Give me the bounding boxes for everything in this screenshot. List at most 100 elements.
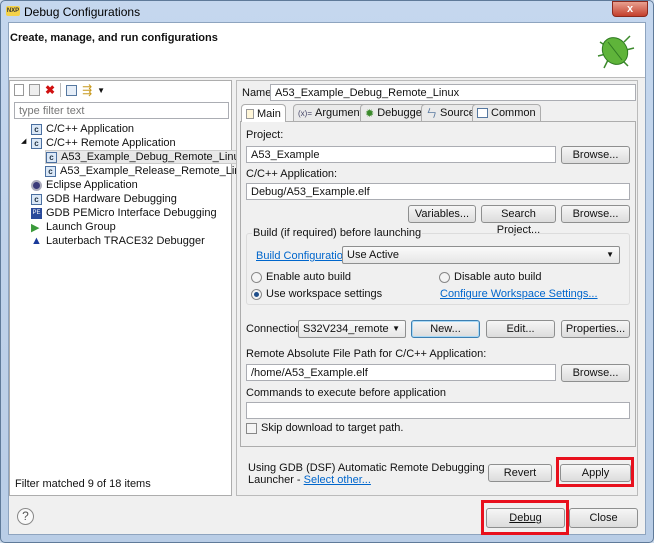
commands-input[interactable] bbox=[246, 402, 630, 419]
main-tab-icon bbox=[246, 108, 254, 119]
remote-path-label: Remote Absolute File Path for C/C++ Appl… bbox=[246, 348, 487, 360]
launcher-line: Launcher - Select other... bbox=[248, 474, 371, 486]
tree-item-label: A53_Example_Release_Remote_Linux bbox=[60, 165, 253, 177]
tree-item[interactable]: PE GDB PEMicro Interface Debugging bbox=[31, 206, 217, 220]
search-project-button[interactable]: Search Project... bbox=[481, 205, 556, 236]
commands-label: Commands to execute before application bbox=[246, 387, 446, 399]
project-input[interactable]: A53_Example bbox=[246, 146, 556, 163]
tree-toolbar: ✖ ⇶ ▼ bbox=[14, 83, 105, 97]
tree-item-label: GDB PEMicro Interface Debugging bbox=[46, 207, 217, 219]
close-button[interactable]: Close bbox=[569, 508, 638, 528]
application-label: C/C++ Application: bbox=[246, 168, 338, 180]
tree-item-label: C/C++ Application bbox=[46, 123, 135, 135]
filter-input[interactable]: type filter text bbox=[14, 102, 229, 119]
remote-browse-button[interactable]: Browse... bbox=[561, 364, 630, 382]
radio-label: Use workspace settings bbox=[266, 288, 383, 300]
pemicro-icon: PE bbox=[31, 207, 42, 219]
remote-path-input[interactable]: /home/A53_Example.elf bbox=[246, 364, 556, 381]
apply-button[interactable]: Apply bbox=[560, 464, 631, 482]
revert-button[interactable]: Revert bbox=[488, 464, 552, 482]
radio-label: Enable auto build bbox=[266, 271, 352, 283]
launcher-prefix: Launcher - bbox=[248, 474, 304, 486]
build-configuration-link[interactable]: Build Configuration: bbox=[256, 250, 352, 262]
expand-triangle-icon[interactable]: ◢ bbox=[21, 137, 26, 145]
tree-item-selected[interactable]: c A53_Example_Debug_Remote_Linux bbox=[45, 150, 249, 164]
connection-label: Connection: bbox=[246, 323, 305, 335]
delete-icon[interactable]: ✖ bbox=[45, 83, 55, 97]
toolbar-divider bbox=[60, 83, 62, 97]
tree-item[interactable]: c C/C++ Remote Application bbox=[31, 136, 176, 150]
collapse-all-icon[interactable] bbox=[66, 84, 78, 96]
application-input[interactable]: Debug/A53_Example.elf bbox=[246, 183, 630, 200]
edit-connection-button[interactable]: Edit... bbox=[486, 320, 555, 338]
enable-auto-build-radio[interactable]: Enable auto build bbox=[251, 271, 351, 283]
tree-item-label: A53_Example_Debug_Remote_Linux bbox=[61, 151, 246, 163]
source-icon: ㄣ bbox=[426, 108, 437, 120]
variables-button[interactable]: Variables... bbox=[408, 205, 476, 223]
tree-item-label: GDB Hardware Debugging bbox=[46, 193, 177, 205]
bug-icon bbox=[597, 35, 635, 69]
c-app-icon: c bbox=[31, 137, 42, 149]
app-icon: NXP bbox=[6, 6, 20, 16]
debugger-bug-icon: ✹ bbox=[365, 107, 375, 120]
tree-item-label: C/C++ Remote Application bbox=[46, 137, 176, 149]
dialog-heading: Create, manage, and run configurations bbox=[10, 32, 218, 44]
tree-item-label: Launch Group bbox=[46, 221, 116, 233]
tab-label: Common bbox=[491, 107, 536, 119]
disable-auto-build-radio[interactable]: Disable auto build bbox=[439, 271, 541, 283]
checkbox-icon bbox=[246, 422, 257, 434]
configure-workspace-link[interactable]: Configure Workspace Settings... bbox=[440, 288, 598, 300]
project-browse-button[interactable]: Browse... bbox=[561, 146, 630, 164]
lauterbach-icon: ▲ bbox=[31, 235, 42, 247]
tree-item-label: Eclipse Application bbox=[46, 179, 138, 191]
radio-label: Disable auto build bbox=[454, 271, 542, 283]
use-workspace-settings-radio[interactable]: Use workspace settings bbox=[251, 288, 382, 300]
debug-button[interactable]: Debug bbox=[486, 508, 565, 528]
checkbox-label: Skip download to target path. bbox=[261, 422, 404, 434]
tab-label: Source bbox=[440, 107, 475, 119]
tab-main[interactable]: Main bbox=[241, 104, 286, 122]
common-icon bbox=[477, 108, 488, 118]
build-configuration-select[interactable]: Use Active ▼ bbox=[342, 246, 620, 264]
tree-item-label: Lauterbach TRACE32 Debugger bbox=[46, 235, 205, 247]
duplicate-icon[interactable] bbox=[29, 84, 40, 96]
help-icon[interactable]: ? bbox=[17, 508, 34, 525]
launcher-text: Using GDB (DSF) Automatic Remote Debuggi… bbox=[248, 462, 485, 474]
tree-item[interactable]: ▶ Launch Group bbox=[31, 220, 116, 234]
tab-common[interactable]: Common bbox=[472, 104, 541, 121]
tree-item[interactable]: c GDB Hardware Debugging bbox=[31, 192, 177, 206]
select-value: S32V234_remote bbox=[303, 323, 389, 335]
tree-item[interactable]: c A53_Example_Release_Remote_Linux bbox=[45, 164, 252, 178]
filter-icon[interactable]: ⇶ bbox=[82, 83, 92, 97]
c-app-icon: c bbox=[46, 151, 57, 163]
tree-item[interactable]: c C/C++ Application bbox=[31, 122, 134, 136]
window-close-button[interactable]: x bbox=[612, 1, 648, 17]
filter-menu-chevron-icon[interactable]: ▼ bbox=[97, 86, 105, 95]
tree-item[interactable]: Eclipse Application bbox=[31, 178, 138, 192]
tree-item[interactable]: ▲ Lauterbach TRACE32 Debugger bbox=[31, 234, 205, 248]
tab-debugger[interactable]: ✹ Debugger bbox=[360, 104, 431, 121]
select-value: Use Active bbox=[347, 249, 399, 261]
new-connection-button[interactable]: New... bbox=[411, 320, 480, 338]
skip-download-checkbox[interactable]: Skip download to target path. bbox=[246, 422, 403, 434]
build-group-label: Build (if required) before launching bbox=[252, 227, 423, 239]
application-browse-button[interactable]: Browse... bbox=[561, 205, 630, 223]
radio-selected-icon bbox=[251, 288, 262, 300]
select-other-link[interactable]: Select other... bbox=[304, 474, 371, 486]
radio-icon bbox=[251, 271, 262, 283]
project-label: Project: bbox=[246, 129, 284, 141]
connection-properties-button[interactable]: Properties... bbox=[561, 320, 630, 338]
c-app-icon: c bbox=[31, 123, 42, 135]
c-app-icon: c bbox=[45, 165, 56, 177]
launch-group-icon: ▶ bbox=[31, 221, 40, 234]
name-input[interactable]: A53_Example_Debug_Remote_Linux bbox=[270, 84, 636, 101]
arguments-icon: (x)= bbox=[298, 108, 312, 118]
tab-label: Main bbox=[257, 107, 281, 120]
new-config-icon[interactable] bbox=[14, 84, 24, 96]
chevron-down-icon: ▼ bbox=[392, 324, 400, 333]
tab-label: Debugger bbox=[377, 107, 426, 119]
c-app-icon: c bbox=[31, 193, 42, 205]
connection-select[interactable]: S32V234_remote ▼ bbox=[298, 320, 406, 338]
chevron-down-icon: ▼ bbox=[606, 250, 614, 259]
window-title: Debug Configurations bbox=[24, 5, 141, 19]
